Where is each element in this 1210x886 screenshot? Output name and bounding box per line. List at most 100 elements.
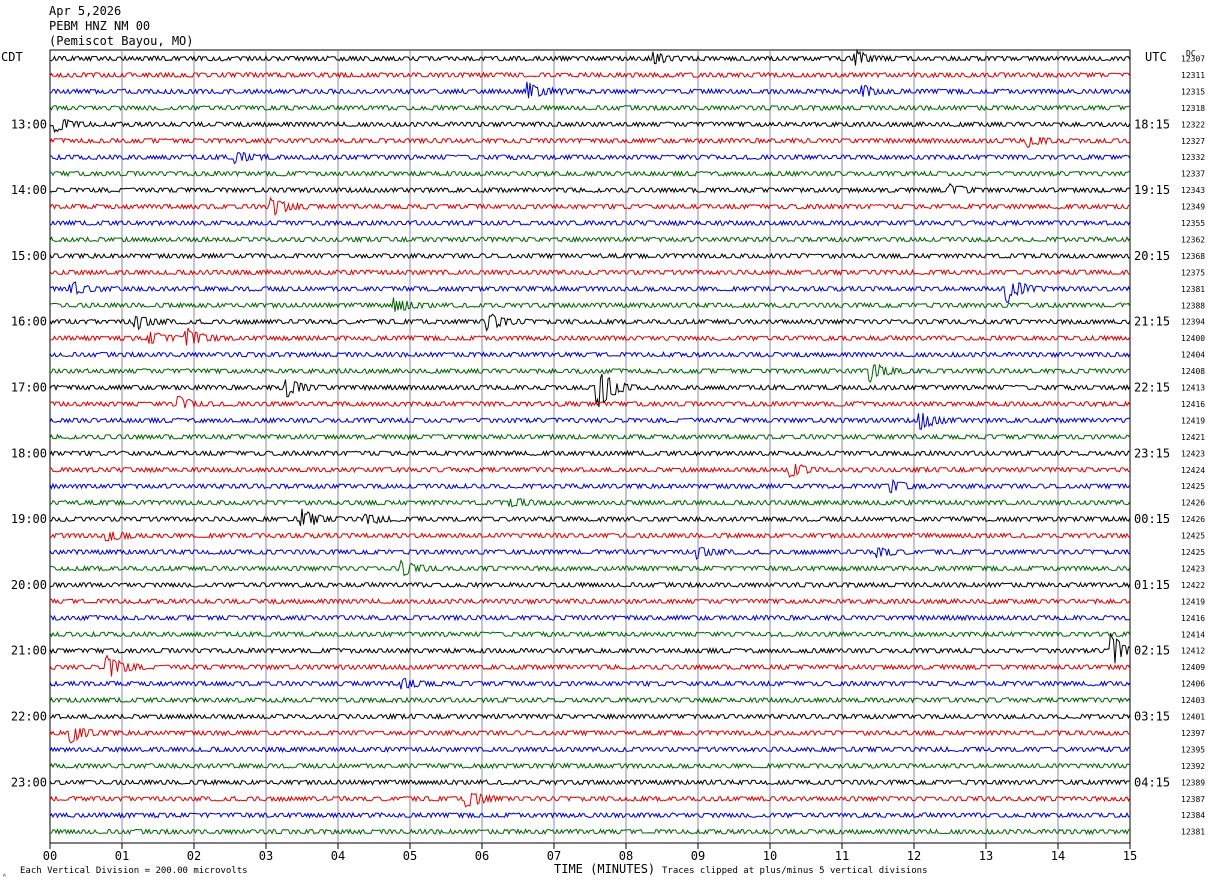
utc-hour-label: 19:15 [1134,183,1170,197]
seismic-trace [49,828,1131,836]
dc-offset-label: 12307 [1181,55,1205,64]
seismic-trace [49,196,1131,217]
seismic-trace [49,48,1131,66]
seismic-trace [49,395,1131,409]
dc-offset-label: 12404 [1181,351,1205,360]
utc-hour-label: 04:15 [1134,775,1170,789]
seismic-trace [49,268,1131,276]
seismic-trace [49,182,1131,194]
dc-offset-label: 12419 [1181,597,1205,606]
seismic-trace [49,597,1131,605]
x-tick-label: 12 [907,849,921,863]
clip-note: Traces clipped at plus/minus 5 vertical … [662,866,928,876]
seismic-trace [49,449,1131,457]
dc-offset-label: 12337 [1181,170,1205,179]
dc-offset-label: 12426 [1181,499,1205,508]
dc-offset-label: 12401 [1181,713,1205,722]
seismic-trace [49,327,1131,346]
dc-offset-label: 12392 [1181,762,1205,771]
seismic-trace [49,614,1131,622]
seismic-trace [49,313,1131,332]
cdt-hour-label: 18:00 [11,446,47,460]
corner-mark: ᴬ [2,872,7,881]
cdt-hour-label: 21:00 [11,644,47,658]
seismic-trace [49,811,1131,819]
seismic-trace [49,508,1131,527]
dc-offset-label: 12311 [1181,71,1205,80]
x-tick-label: 15 [1123,849,1137,863]
utc-hour-label: 00:15 [1134,512,1170,526]
dc-offset-label: 12412 [1181,647,1205,656]
dc-offset-label: 12362 [1181,235,1205,244]
x-tick-label: 05 [403,849,417,863]
seismic-trace [49,412,1131,430]
x-tick-label: 14 [1051,849,1065,863]
dc-offset-label: 12425 [1181,482,1205,491]
utc-hour-label: 23:15 [1134,446,1170,460]
dc-offset-label: 12388 [1181,301,1205,310]
x-tick-label: 04 [331,849,345,863]
cdt-hour-label: 13:00 [11,117,47,131]
x-tick-label: 11 [835,849,849,863]
dc-offset-label: 12425 [1181,548,1205,557]
x-tick-label: 08 [619,849,633,863]
seismic-trace [49,728,1131,744]
utc-hour-label: 21:15 [1134,315,1170,329]
seismic-trace [49,762,1131,770]
seismic-trace [49,219,1131,227]
x-tick-label: 07 [547,849,561,863]
dc-offset-label: 12413 [1181,384,1205,393]
utc-hour-label: 18:15 [1134,117,1170,131]
seismic-trace [49,170,1131,178]
dc-offset-label: 12349 [1181,203,1205,212]
cdt-hour-label: 17:00 [11,381,47,395]
dc-offset-label: 12394 [1181,318,1205,327]
cdt-hour-label: 15:00 [11,249,47,263]
seismic-trace [49,235,1131,244]
seismic-trace [49,678,1131,690]
dc-offset-label: 12400 [1181,334,1205,343]
dc-offset-label: 12406 [1181,680,1205,689]
cdt-hour-label: 19:00 [11,512,47,526]
x-tick-label: 13 [979,849,993,863]
seismic-trace [49,81,1131,99]
dc-offset-label: 12424 [1181,466,1205,475]
dc-offset-label: 12397 [1181,729,1205,738]
seismic-trace [49,152,1131,165]
cdt-hour-label: 20:00 [11,578,47,592]
dc-offset-label: 12426 [1181,515,1205,524]
seismic-trace [49,363,1131,383]
cdt-hour-label: 22:00 [11,710,47,724]
seismic-trace [49,351,1131,359]
x-tick-label: 10 [763,849,777,863]
cdt-hour-label: 23:00 [11,775,47,789]
dc-offset-label: 12327 [1181,137,1205,146]
dc-offset-label: 12389 [1181,778,1205,787]
dc-offset-label: 12414 [1181,630,1205,639]
dc-offset-label: 12409 [1181,663,1205,672]
dc-offset-label: 12355 [1181,219,1205,228]
dc-offset-label: 12403 [1181,696,1205,705]
x-tick-label: 03 [259,849,273,863]
dc-offset-label: 12416 [1181,400,1205,409]
dc-offset-label: 12343 [1181,186,1205,195]
seismic-trace [49,778,1131,786]
x-tick-label: 09 [691,849,705,863]
seismic-trace [49,463,1131,478]
x-tick-label: 02 [187,849,201,863]
seismic-trace [49,531,1131,542]
x-tick-label: 06 [475,849,489,863]
cdt-hour-label: 14:00 [11,183,47,197]
dc-offset-label: 12381 [1181,828,1205,837]
dc-offset-label: 12387 [1181,795,1205,804]
dc-offset-label: 12368 [1181,252,1205,261]
dc-offset-label: 12332 [1181,153,1205,162]
dc-offset-label: 12421 [1181,433,1205,442]
dc-offset-label: 12425 [1181,532,1205,541]
utc-hour-label: 20:15 [1134,249,1170,263]
plot-frame [49,49,1131,844]
utc-hour-label: 01:15 [1134,578,1170,592]
dc-offset-label: 12318 [1181,104,1205,113]
dc-offset-label: 12422 [1181,581,1205,590]
seismic-trace [49,252,1131,260]
